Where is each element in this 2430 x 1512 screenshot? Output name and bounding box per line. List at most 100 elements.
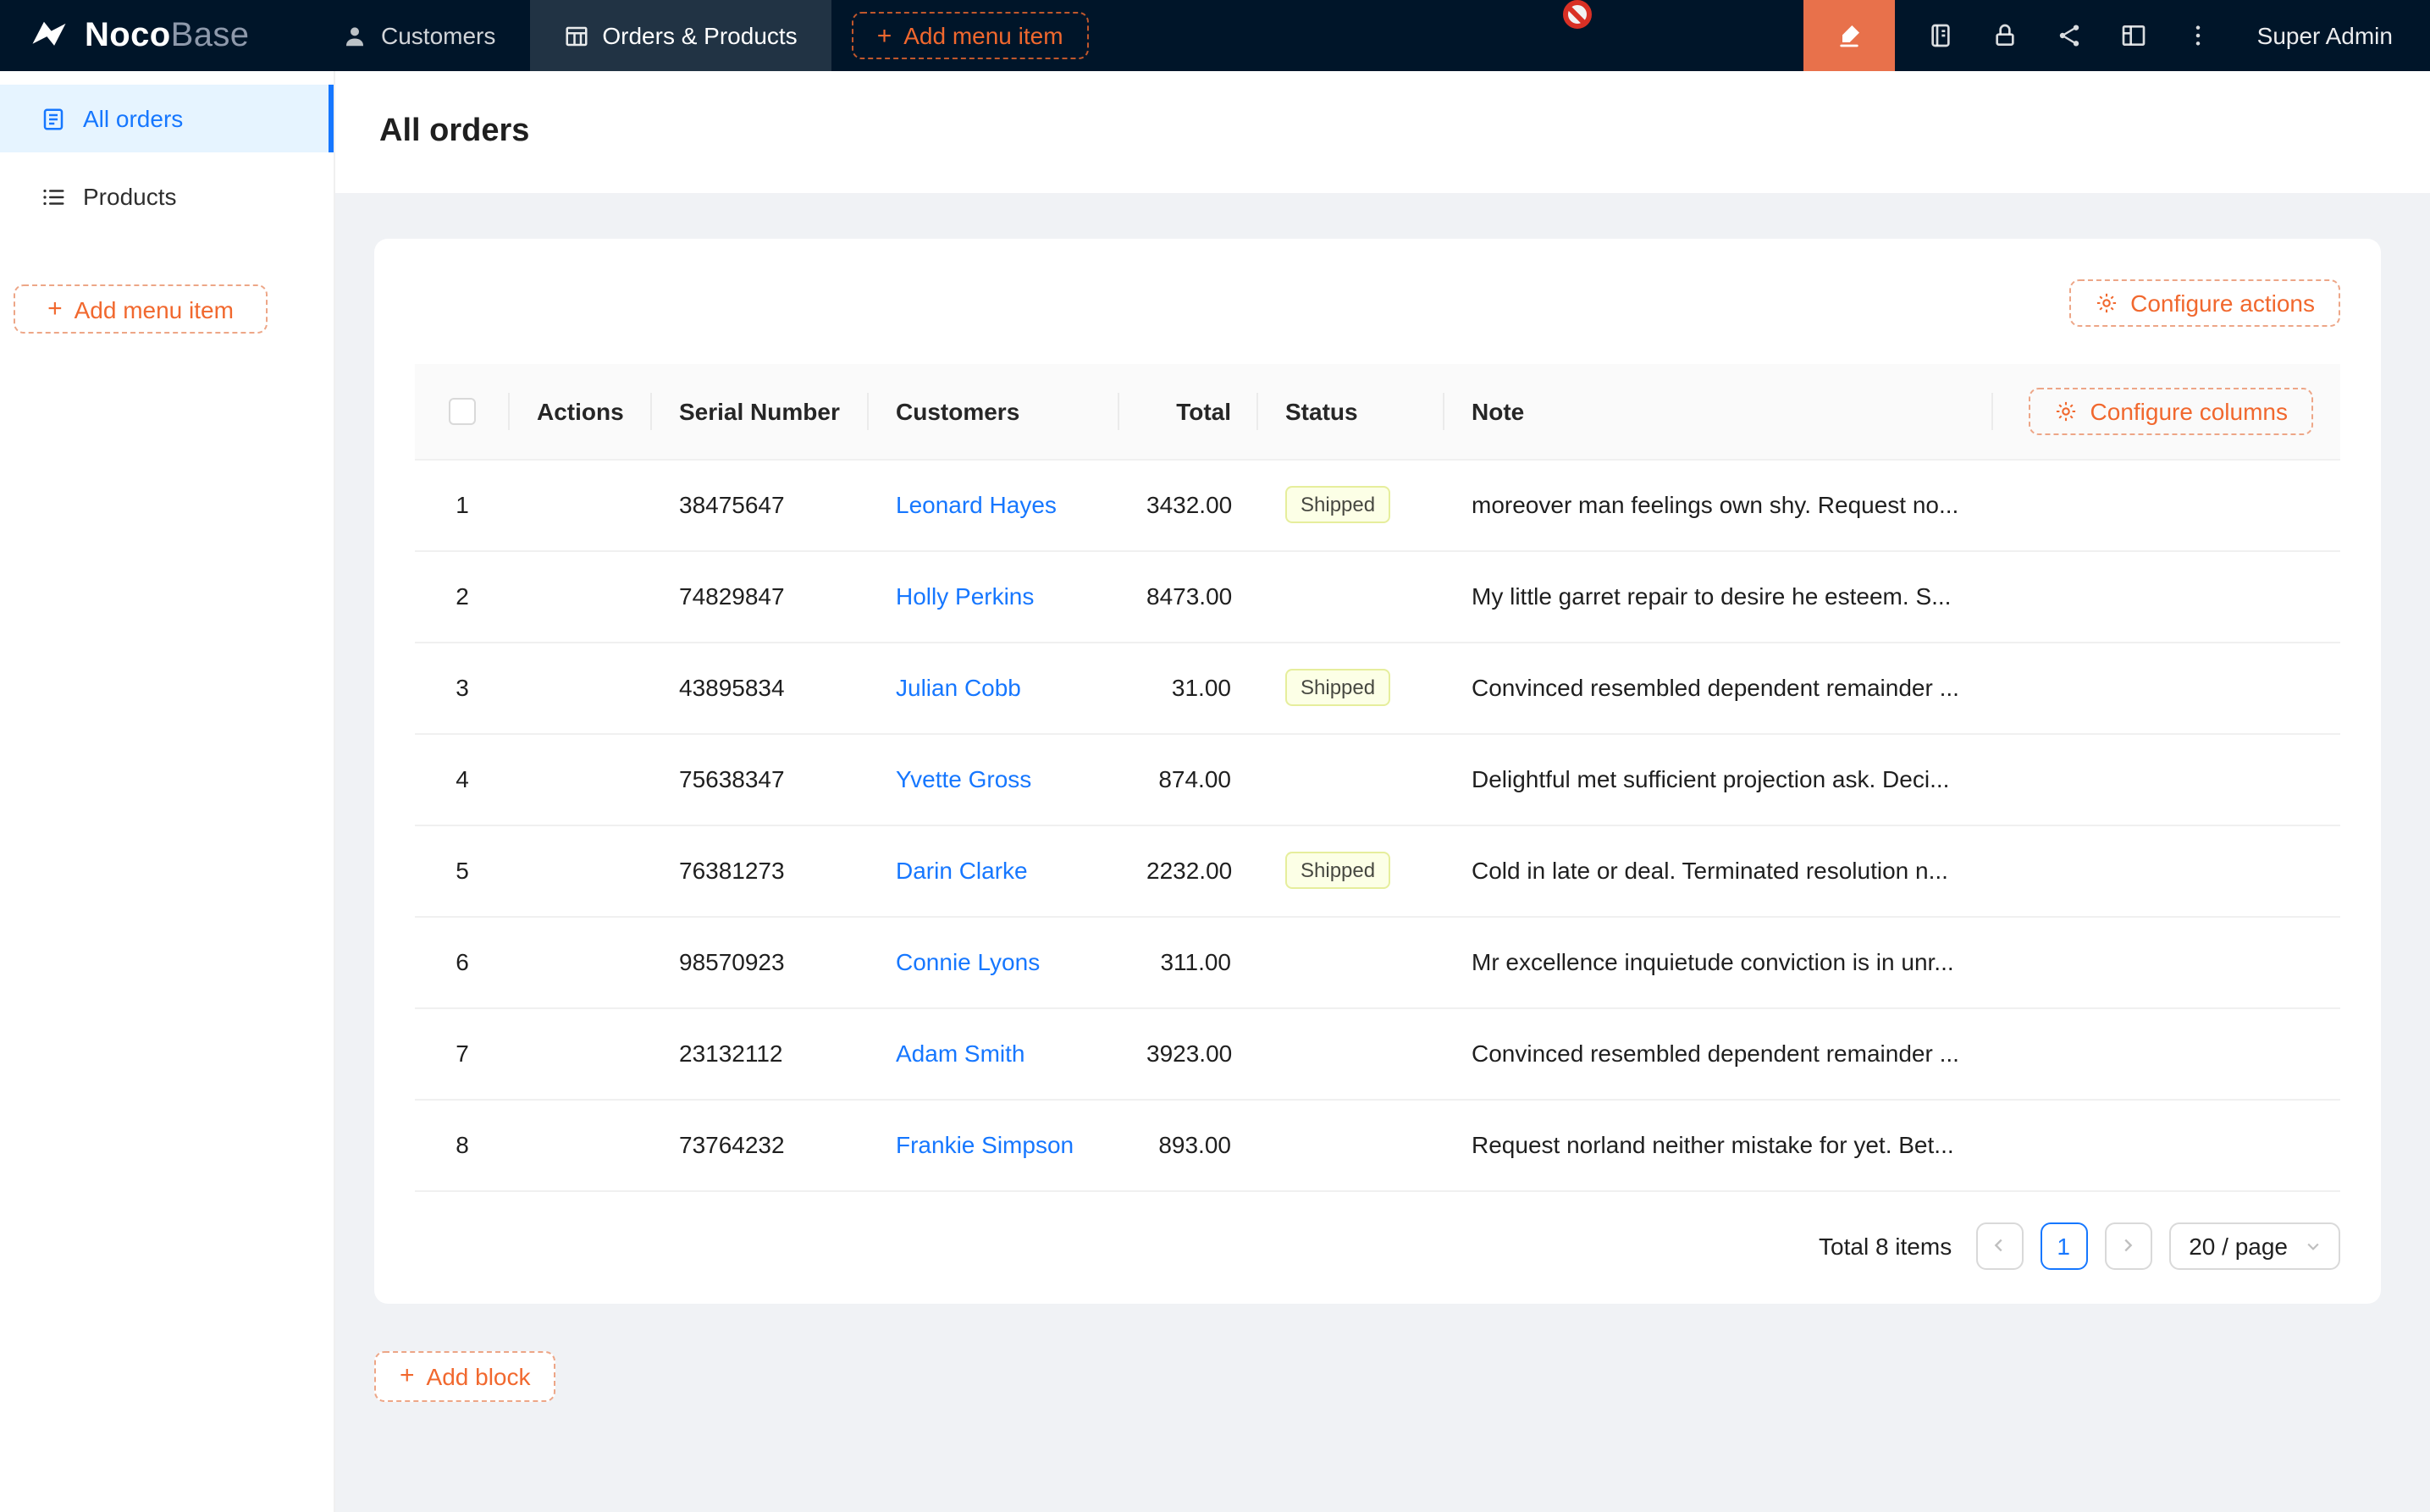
serial-cell: 74829847 bbox=[652, 550, 869, 642]
customer-link[interactable]: Darin Clarke bbox=[896, 857, 1028, 884]
row-index: 3 bbox=[415, 642, 510, 733]
layout-icon bbox=[2120, 22, 2147, 49]
table-row: 1 38475647 Leonard Hayes 3432.00 Shipped… bbox=[415, 459, 2340, 550]
layout-button[interactable] bbox=[2101, 0, 2166, 71]
notebook-icon bbox=[1927, 22, 1954, 49]
column-header-status: Status bbox=[1258, 364, 1444, 459]
note-cell: Cold in late or deal. Terminated resolut… bbox=[1444, 825, 1993, 916]
row-index: 4 bbox=[415, 733, 510, 825]
select-all-checkbox[interactable] bbox=[449, 399, 476, 426]
content-area: Configure actions Actions Seria bbox=[335, 193, 2430, 1512]
plus-icon: + bbox=[877, 23, 892, 48]
note-cell: My little garret repair to desire he est… bbox=[1444, 550, 1993, 642]
app-root: NocoBase Customers Orders & Products + A… bbox=[0, 0, 2430, 1512]
notebook-button[interactable] bbox=[1908, 0, 1973, 71]
lock-icon bbox=[1991, 22, 2019, 49]
serial-cell: 98570923 bbox=[652, 916, 869, 1007]
tab-customers[interactable]: Customers bbox=[308, 0, 529, 71]
plus-icon: + bbox=[400, 1363, 415, 1388]
row-index: 2 bbox=[415, 550, 510, 642]
table-row: 8 73764232 Frankie Simpson 893.00 Reques… bbox=[415, 1099, 2340, 1190]
pagination-next-button[interactable] bbox=[2104, 1222, 2151, 1269]
serial-cell: 23132112 bbox=[652, 1007, 869, 1099]
column-header-customers: Customers bbox=[869, 364, 1119, 459]
navbar-right: Super Admin bbox=[1803, 0, 2430, 71]
total-cell: 31.00 bbox=[1119, 642, 1258, 733]
customer-link[interactable]: Yvette Gross bbox=[896, 765, 1031, 792]
configure-actions-button[interactable]: Configure actions bbox=[2069, 279, 2340, 327]
row-index: 5 bbox=[415, 825, 510, 916]
total-cell: 3432.00 bbox=[1119, 459, 1258, 550]
actions-cell bbox=[510, 733, 652, 825]
more-vertical-icon bbox=[2184, 22, 2212, 49]
status-tag: Shipped bbox=[1285, 486, 1390, 523]
sidebar-item-all-orders[interactable]: All orders bbox=[0, 85, 334, 152]
navbar-tabs: Customers Orders & Products + Add menu i… bbox=[308, 0, 1089, 71]
serial-cell: 73764232 bbox=[652, 1099, 869, 1190]
status-tag: Shipped bbox=[1285, 852, 1390, 889]
add-block-button[interactable]: + Add block bbox=[374, 1350, 556, 1401]
lock-button[interactable] bbox=[1973, 0, 2037, 71]
orders-table: Actions Serial Number Customers Total St… bbox=[415, 364, 2340, 1191]
table-row: 4 75638347 Yvette Gross 874.00 Delightfu… bbox=[415, 733, 2340, 825]
column-header-actions: Actions bbox=[510, 364, 652, 459]
serial-cell: 76381273 bbox=[652, 825, 869, 916]
nocobase-logo[interactable]: NocoBase bbox=[0, 0, 308, 71]
ui-editor-button[interactable] bbox=[1803, 0, 1895, 71]
serial-cell: 75638347 bbox=[652, 733, 869, 825]
navbar-add-menu-item-button[interactable]: + Add menu item bbox=[852, 12, 1089, 59]
customer-link[interactable]: Connie Lyons bbox=[896, 948, 1040, 975]
customer-link[interactable]: Holly Perkins bbox=[896, 582, 1034, 610]
sidebar-item-products[interactable]: Products bbox=[0, 163, 334, 230]
orders-table-card: Configure actions Actions Seria bbox=[374, 239, 2381, 1303]
customer-link[interactable]: Adam Smith bbox=[896, 1040, 1025, 1067]
sidebar-item-label: All orders bbox=[83, 105, 183, 132]
tab-label: Orders & Products bbox=[602, 22, 797, 49]
customer-link[interactable]: Julian Cobb bbox=[896, 674, 1021, 701]
note-cell: moreover man feelings own shy. Request n… bbox=[1444, 459, 1993, 550]
actions-cell bbox=[510, 916, 652, 1007]
main-layout: All orders Products + Add menu item All … bbox=[0, 71, 2430, 1512]
table-icon bbox=[563, 23, 588, 48]
row-index: 1 bbox=[415, 459, 510, 550]
more-button[interactable] bbox=[2166, 0, 2230, 71]
top-navbar: NocoBase Customers Orders & Products + A… bbox=[0, 0, 2430, 71]
note-cell: Request norland neither mistake for yet.… bbox=[1444, 1099, 1993, 1190]
orders-file-icon bbox=[41, 106, 66, 131]
column-header-serial-number: Serial Number bbox=[652, 364, 869, 459]
total-cell: 893.00 bbox=[1119, 1099, 1258, 1190]
actions-cell bbox=[510, 1007, 652, 1099]
configure-columns-button[interactable]: Configure columns bbox=[2030, 388, 2313, 435]
plus-icon: + bbox=[47, 296, 63, 322]
person-icon bbox=[342, 23, 367, 48]
card-toolbar: Configure actions bbox=[415, 279, 2340, 327]
table-row: 7 23132112 Adam Smith 3923.00 Convinced … bbox=[415, 1007, 2340, 1099]
chevron-down-icon bbox=[2305, 1237, 2322, 1254]
logo-text-base: Base bbox=[171, 16, 250, 53]
pagination-page-1-button[interactable]: 1 bbox=[2040, 1222, 2087, 1269]
row-index: 7 bbox=[415, 1007, 510, 1099]
row-index: 8 bbox=[415, 1099, 510, 1190]
note-cell: Convinced resembled dependent remainder … bbox=[1444, 1007, 1993, 1099]
sidebar: All orders Products + Add menu item bbox=[0, 71, 335, 1512]
highlighter-icon bbox=[1836, 22, 1863, 49]
page-size-value: 20 / page bbox=[2189, 1232, 2288, 1259]
share-button[interactable] bbox=[2037, 0, 2101, 71]
main-panel: All orders Configure actions bbox=[335, 71, 2430, 1512]
pagination-prev-button[interactable] bbox=[1975, 1222, 2023, 1269]
sidebar-add-menu-item-button[interactable]: + Add menu item bbox=[14, 284, 268, 334]
pagination: Total 8 items 1 20 / page bbox=[415, 1222, 2340, 1269]
tab-orders-products[interactable]: Orders & Products bbox=[529, 0, 831, 71]
user-menu[interactable]: Super Admin bbox=[2230, 22, 2430, 49]
customer-link[interactable]: Leonard Hayes bbox=[896, 491, 1057, 518]
total-cell: 2232.00 bbox=[1119, 825, 1258, 916]
page-title: All orders bbox=[379, 113, 529, 151]
share-icon bbox=[2056, 22, 2083, 49]
note-cell: Convinced resembled dependent remainder … bbox=[1444, 642, 1993, 733]
gear-icon bbox=[2095, 291, 2118, 315]
actions-cell bbox=[510, 825, 652, 916]
page-size-select[interactable]: 20 / page bbox=[2168, 1222, 2340, 1269]
logo-text-noco: Noco bbox=[85, 16, 171, 53]
customer-link[interactable]: Frankie Simpson bbox=[896, 1131, 1074, 1158]
nocobase-logo-icon bbox=[27, 14, 71, 58]
